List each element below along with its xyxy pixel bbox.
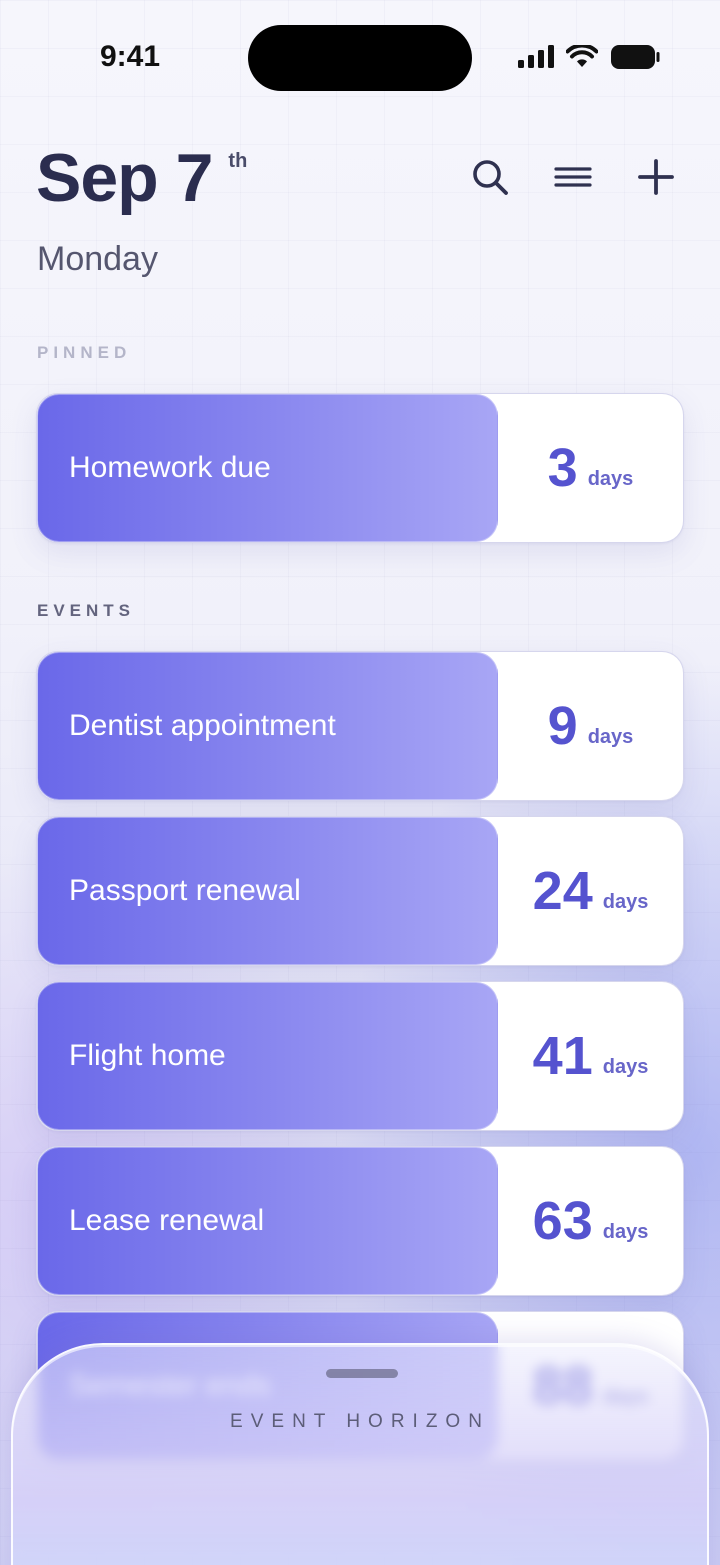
countdown-unit: days xyxy=(602,890,649,913)
wifi-icon xyxy=(566,45,598,67)
sheet-drag-handle[interactable] xyxy=(326,1369,398,1378)
event-title: Lease renewal xyxy=(69,1204,265,1237)
date-ordinal-suffix: th xyxy=(228,150,248,172)
event-card[interactable]: Lease renewal 63 days xyxy=(36,1146,684,1296)
countdown: 24 days xyxy=(498,817,683,965)
search-button[interactable] xyxy=(466,153,514,201)
event-card[interactable]: Passport renewal 24 days xyxy=(36,816,684,966)
event-title: Passport renewal xyxy=(69,874,301,907)
event-title: Flight home xyxy=(69,1039,226,1072)
countdown-unit: days xyxy=(602,1220,649,1243)
event-card[interactable]: Flight home 41 days xyxy=(36,981,684,1131)
sheet-title: EVENT HORIZON xyxy=(230,1411,490,1432)
countdown-unit: days xyxy=(587,725,634,748)
event-horizon-sheet[interactable]: EVENT HORIZON xyxy=(11,1343,709,1565)
status-time: 9:41 xyxy=(100,40,161,73)
countdown: 41 days xyxy=(498,982,683,1130)
countdown-unit: days xyxy=(587,467,634,490)
add-event-button[interactable] xyxy=(632,153,680,201)
plus-icon xyxy=(638,159,674,195)
countdown-number: 9 xyxy=(547,696,578,756)
countdown-number: 63 xyxy=(532,1191,593,1251)
pinned-section-label: PINNED xyxy=(37,343,132,362)
status-icons xyxy=(518,44,660,70)
search-icon xyxy=(473,160,508,195)
countdown: 9 days xyxy=(498,652,683,800)
countdown-unit: days xyxy=(602,1055,649,1078)
event-title: Dentist appointment xyxy=(69,709,336,742)
countdown-number: 24 xyxy=(532,861,593,921)
countdown-number: 3 xyxy=(547,438,578,498)
event-title: Homework due xyxy=(69,451,271,484)
date-text: Sep 7 xyxy=(36,140,213,216)
countdown: 3 days xyxy=(498,394,683,542)
countdown-number: 41 xyxy=(532,1026,593,1086)
dynamic-island xyxy=(248,25,472,91)
battery-icon xyxy=(611,45,660,69)
date-heading: Sep 7 th xyxy=(36,138,247,218)
menu-icon xyxy=(554,167,592,187)
countdown: 63 days xyxy=(498,1147,683,1295)
events-section-label: EVENTS xyxy=(37,601,136,620)
event-card[interactable]: Dentist appointment 9 days xyxy=(36,651,684,801)
pinned-event-card[interactable]: Homework due 3 days xyxy=(36,393,684,543)
cellular-signal-icon xyxy=(518,45,554,68)
menu-button[interactable] xyxy=(549,153,597,201)
weekday-text: Monday xyxy=(37,240,158,278)
